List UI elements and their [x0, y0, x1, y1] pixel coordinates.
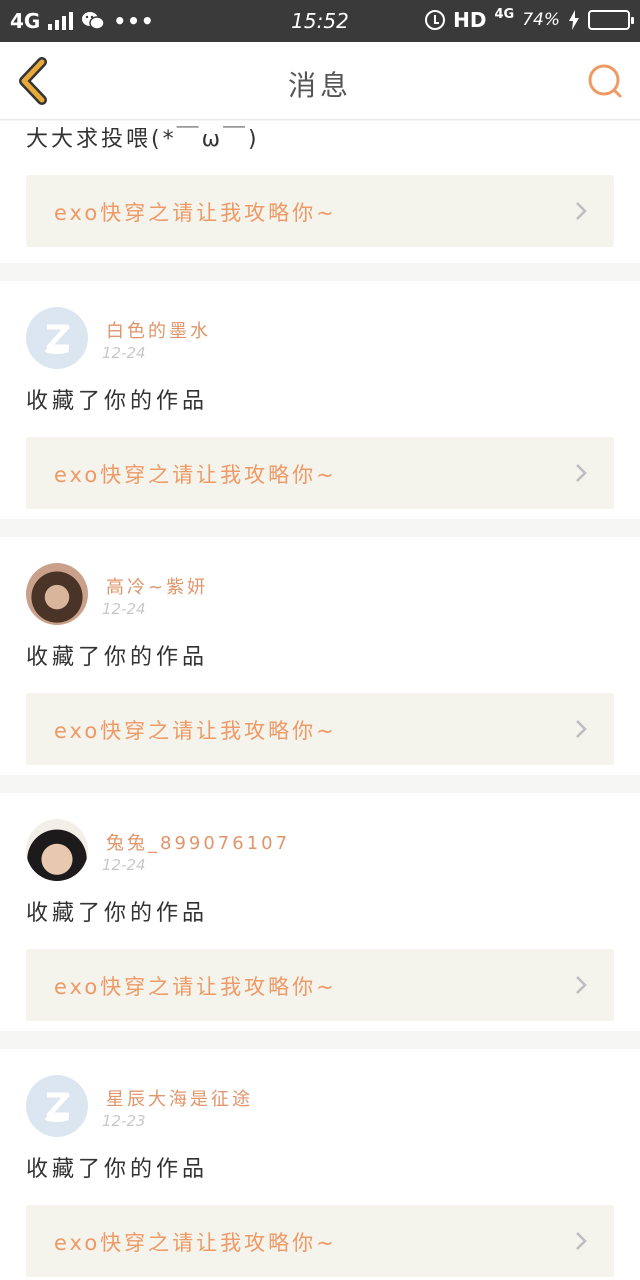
date: 12-24 [102, 344, 146, 362]
default-avatar-icon [45, 324, 70, 354]
username[interactable]: 兔兔_899076107 [106, 829, 290, 854]
message-card: 大大求投喂(*￣ω￣) exo快穿之请让我攻略你~ [0, 121, 640, 263]
chevron-right-icon [576, 1232, 587, 1250]
work-title: exo快穿之请让我攻略你~ [54, 719, 337, 743]
work-title: exo快穿之请让我攻略你~ [54, 1231, 337, 1255]
username[interactable]: 高冷~紫妍 [106, 573, 208, 598]
message-feed: 大大求投喂(*￣ω￣) exo快穿之请让我攻略你~ 白色的墨水 12-24 收藏… [0, 121, 640, 1280]
search-icon [588, 64, 622, 98]
work-link[interactable]: exo快穿之请让我攻略你~ [26, 949, 614, 1021]
notification-card: 兔兔_899076107 12-24 收藏了你的作品 exo快穿之请让我攻略你~ [0, 793, 640, 1031]
battery-percent: 74% [522, 10, 560, 30]
page-title: 消息 [287, 69, 352, 102]
app-header: 消息 [0, 42, 640, 120]
action-text: 收藏了你的作品 [26, 645, 209, 670]
avatar[interactable] [26, 307, 88, 369]
charging-icon [569, 10, 579, 30]
work-link[interactable]: exo快穿之请让我攻略你~ [26, 693, 614, 765]
status-bar: 4G ••• 15:52 HD 4G 74% [0, 0, 640, 42]
action-text: 收藏了你的作品 [26, 901, 209, 926]
username[interactable]: 白色的墨水 [106, 317, 211, 342]
back-button[interactable] [14, 56, 54, 106]
chevron-right-icon [576, 464, 587, 482]
notification-card: 高冷~紫妍 12-24 收藏了你的作品 exo快穿之请让我攻略你~ [0, 537, 640, 775]
chevron-left-icon [19, 57, 47, 105]
work-link[interactable]: exo快穿之请让我攻略你~ [26, 437, 614, 509]
date: 12-24 [102, 600, 146, 618]
action-text: 收藏了你的作品 [26, 1157, 209, 1182]
battery-icon [588, 10, 634, 30]
alarm-icon [425, 10, 446, 30]
date: 12-24 [102, 856, 146, 874]
avatar[interactable] [26, 563, 88, 625]
work-link[interactable]: exo快穿之请让我攻略你~ [26, 175, 614, 247]
action-text: 收藏了你的作品 [26, 389, 209, 414]
search-button[interactable] [586, 62, 624, 100]
chevron-right-icon [576, 976, 587, 994]
work-link[interactable]: exo快穿之请让我攻略你~ [26, 1205, 614, 1277]
chevron-right-icon [576, 720, 587, 738]
chevron-right-icon [576, 202, 587, 220]
hd-indicator: HD [453, 8, 487, 32]
work-title: exo快穿之请让我攻略你~ [54, 975, 337, 999]
notification-card: 白色的墨水 12-24 收藏了你的作品 exo快穿之请让我攻略你~ [0, 281, 640, 519]
avatar[interactable] [26, 819, 88, 881]
default-avatar-icon [45, 1092, 70, 1122]
username[interactable]: 星辰大海是征途 [106, 1085, 253, 1110]
date: 12-23 [102, 1112, 146, 1130]
avatar[interactable] [26, 1075, 88, 1137]
notification-card: 星辰大海是征途 12-23 收藏了你的作品 exo快穿之请让我攻略你~ [0, 1049, 640, 1280]
work-title: exo快穿之请让我攻略你~ [54, 201, 337, 225]
message-text: 大大求投喂(*￣ω￣) [26, 127, 260, 152]
network-indicator: 4G [494, 6, 515, 22]
work-title: exo快穿之请让我攻略你~ [54, 463, 337, 487]
